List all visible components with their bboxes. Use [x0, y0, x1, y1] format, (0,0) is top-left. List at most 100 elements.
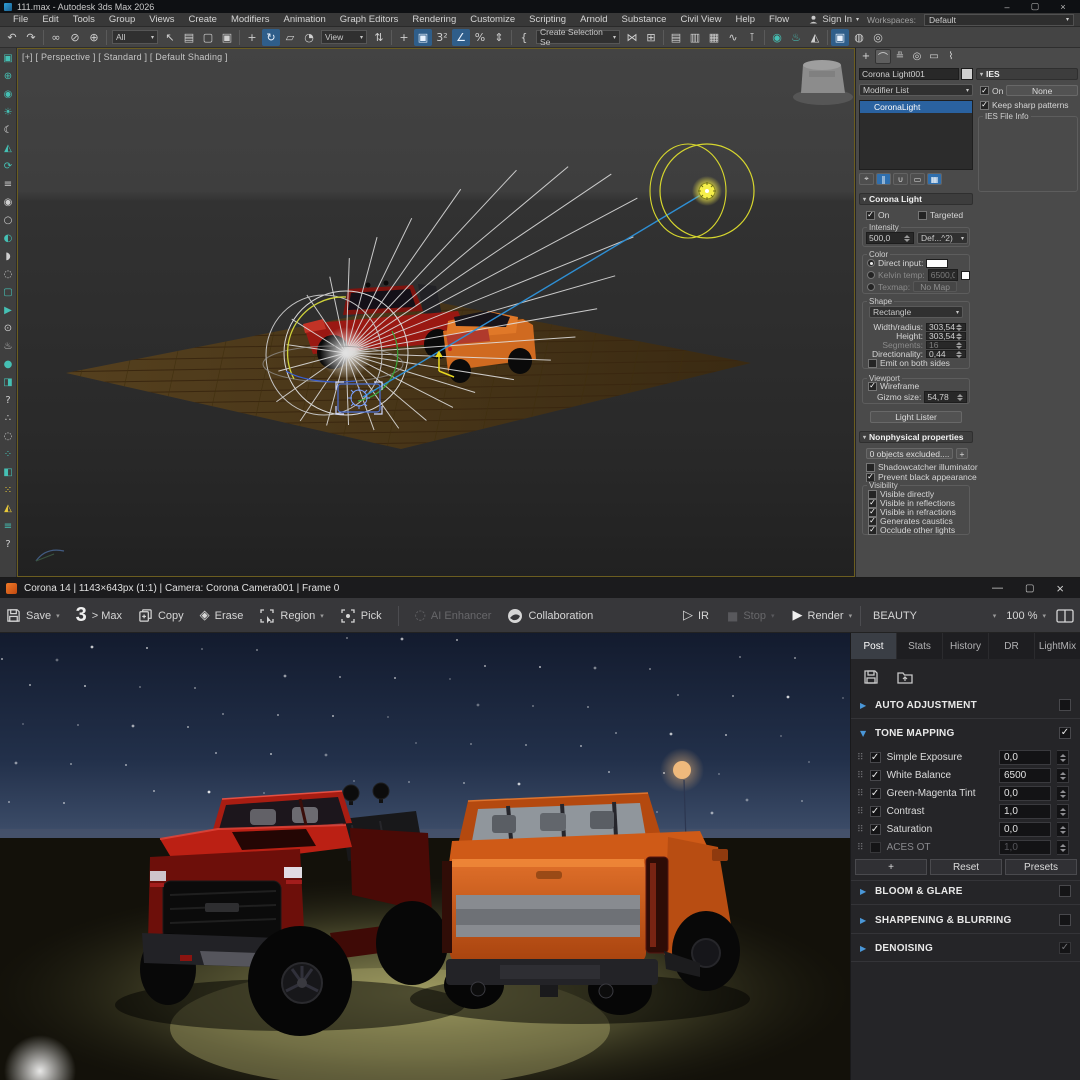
vfb-ai-enhancer-button[interactable]: ◌ AI Enhancer — [415, 608, 492, 623]
percent-snap-toggle-button[interactable]: % — [471, 29, 489, 46]
render-element-dropdown[interactable]: BEAUTY▾ — [873, 610, 996, 622]
exclude-add-button[interactable]: + — [956, 448, 968, 459]
corona-help-icon[interactable]: ? — [1, 392, 16, 409]
menu-edit[interactable]: Edit — [35, 13, 65, 27]
vfb-stop-button[interactable]: ■ Stop▾ — [727, 609, 775, 623]
corona-lights-icon[interactable]: ◭ — [1, 500, 16, 517]
select-and-link-button[interactable]: ∞ — [47, 29, 65, 46]
section-denoising[interactable]: ▶DENOISING ✓ — [851, 938, 1080, 958]
corona-target-icon[interactable]: ⊙ — [1, 320, 16, 337]
show-end-result-button[interactable]: ‖ — [876, 173, 891, 185]
select-and-move-button[interactable]: + — [243, 29, 261, 46]
vfb-zoom-dropdown[interactable]: 100 %▾ — [1006, 610, 1046, 622]
corona-sphere-icon[interactable]: ● — [1, 356, 16, 373]
spinner[interactable] — [1057, 768, 1069, 783]
max-close-button[interactable]: × — [1056, 2, 1070, 12]
menu-help[interactable]: Help — [728, 13, 762, 27]
corona-camera-icon[interactable]: ▣ — [1, 50, 16, 67]
spinner[interactable] — [1057, 786, 1069, 801]
workspace-dropdown[interactable]: Default▾ — [924, 14, 1074, 26]
spinner[interactable] — [1057, 840, 1069, 855]
tab-utilities[interactable]: ⌇ — [943, 49, 959, 64]
corona-pattern-icon[interactable]: ⁙ — [1, 482, 16, 499]
menu-graph-editors[interactable]: Graph Editors — [333, 13, 406, 27]
bind-to-space-warp-button[interactable]: ⊕ — [85, 29, 103, 46]
texmap-button[interactable]: No Map — [913, 281, 957, 292]
tone-mapping-checkbox[interactable]: ✓ — [1059, 727, 1071, 739]
menu-group[interactable]: Group — [102, 13, 142, 27]
angle-snap-toggle-button[interactable]: ∠ — [452, 29, 470, 46]
saturation-field[interactable]: 0,0 — [999, 822, 1051, 837]
exclude-objects-button[interactable]: 0 objects excluded.... — [866, 448, 953, 459]
align-button[interactable]: ⊞ — [642, 29, 660, 46]
vfb-split-view-button[interactable] — [1056, 608, 1074, 624]
tab-dr[interactable]: DR — [989, 633, 1035, 659]
corona-sphere-light-icon[interactable]: ◐ — [1, 230, 16, 247]
save-config-button[interactable] — [861, 667, 881, 687]
direct-input-radio[interactable] — [867, 259, 875, 267]
ies-on-checkbox[interactable]: ✓ — [980, 86, 989, 95]
drag-handle[interactable]: ⠿ — [857, 753, 864, 763]
rollout-corona-light[interactable]: ▾Corona Light — [859, 193, 973, 205]
denoising-checkbox[interactable]: ✓ — [1059, 942, 1071, 954]
light-on-checkbox[interactable]: ✓ — [866, 211, 875, 220]
simple-exposure-field[interactable]: 0,0 — [999, 750, 1051, 765]
select-and-scale-button[interactable]: ▱ — [281, 29, 299, 46]
select-and-rotate-button[interactable]: ↻ — [262, 29, 280, 46]
menu-arnold[interactable]: Arnold — [573, 13, 614, 27]
menu-flow[interactable]: Flow — [762, 13, 796, 27]
modifier-list-dropdown[interactable]: Modifier List▾ — [859, 84, 973, 96]
vfb-render-button[interactable]: ▶ Render▾ — [793, 608, 853, 623]
named-selection-sets-dropdown[interactable]: Create Selection Se▾ — [536, 30, 620, 44]
signin-button[interactable]: Sign In ▾ — [809, 14, 859, 25]
drag-handle[interactable]: ⠿ — [857, 825, 864, 835]
gizmo-size-field[interactable]: 54,78 — [924, 391, 967, 403]
edit-named-selection-sets-button[interactable]: { — [515, 29, 533, 46]
saturation-checkbox[interactable]: ✓ — [870, 824, 881, 835]
vfb-3dsmax-link[interactable]: 3 > Max — [76, 604, 122, 627]
toggle-layer-explorer-button[interactable]: ▤ — [667, 29, 685, 46]
emit-both-sides-checkbox[interactable] — [868, 359, 877, 368]
menu-civil-view[interactable]: Civil View — [673, 13, 728, 27]
max-minimize-button[interactable]: – — [1000, 2, 1014, 12]
curve-editor-button[interactable]: ∿ — [724, 29, 742, 46]
window-crossing-toggle-button[interactable]: ▣ — [218, 29, 236, 46]
green-magenta-tint-field[interactable]: 0,0 — [999, 786, 1051, 801]
toggle-scene-explorer-button[interactable]: ▥ — [686, 29, 704, 46]
corona-add-light-icon[interactable]: ⊕ — [1, 68, 16, 85]
light-lister-button[interactable]: Light Lister — [870, 411, 962, 423]
rollout-ies[interactable]: ▾IES — [976, 68, 1078, 80]
menu-scripting[interactable]: Scripting — [522, 13, 573, 27]
directionality-field[interactable]: 0,44 — [926, 350, 966, 358]
aces-ot-field[interactable]: 1,0 — [999, 840, 1051, 855]
section-sharpening-blurring[interactable]: ▶SHARPENING & BLURRING — [851, 910, 1080, 930]
corona-slicer-icon[interactable]: ◧ — [1, 464, 16, 481]
kelvin-radio[interactable] — [867, 271, 875, 279]
shape-type-dropdown[interactable]: Rectangle▾ — [869, 306, 963, 318]
rollout-nonphysical[interactable]: ▾Nonphysical properties — [859, 431, 973, 443]
corona-converter-icon[interactable]: ⟳ — [1, 158, 16, 175]
remove-modifier-button[interactable]: ▭ — [910, 173, 925, 185]
unlink-selection-button[interactable]: ⊘ — [66, 29, 84, 46]
viewport[interactable]: [+] [ Perspective ] [ Standard ] [ Defau… — [17, 48, 855, 577]
schematic-view-button[interactable]: ⊺ — [743, 29, 761, 46]
drag-handle[interactable]: ⠿ — [857, 771, 864, 781]
configure-modifier-sets-button[interactable]: ▦ — [927, 173, 942, 185]
drag-handle[interactable]: ⠿ — [857, 807, 864, 817]
section-tone-mapping[interactable]: ▼TONE MAPPING ✓ — [851, 723, 1080, 743]
height-field[interactable]: 303,548 — [926, 332, 966, 340]
menu-views[interactable]: Views — [142, 13, 181, 27]
corona-bell-icon[interactable]: ◭ — [1, 140, 16, 157]
toggle-ribbon-button[interactable]: ▦ — [705, 29, 723, 46]
corona-teapot-icon[interactable]: ♨ — [1, 338, 16, 355]
kelvin-value-field[interactable]: 6500,0 — [928, 269, 958, 281]
tab-history[interactable]: History — [943, 633, 989, 659]
segments-field[interactable]: 16 — [926, 341, 966, 349]
undo-button[interactable]: ↶ — [3, 29, 21, 46]
max-maximize-button[interactable]: ▢ — [1028, 1, 1042, 12]
object-color-swatch[interactable] — [961, 68, 973, 80]
menu-substance[interactable]: Substance — [615, 13, 674, 27]
snaps-toggle-button[interactable]: ▣ — [414, 29, 432, 46]
corona-ring-icon[interactable]: ○ — [1, 212, 16, 229]
texmap-radio[interactable] — [867, 283, 875, 291]
